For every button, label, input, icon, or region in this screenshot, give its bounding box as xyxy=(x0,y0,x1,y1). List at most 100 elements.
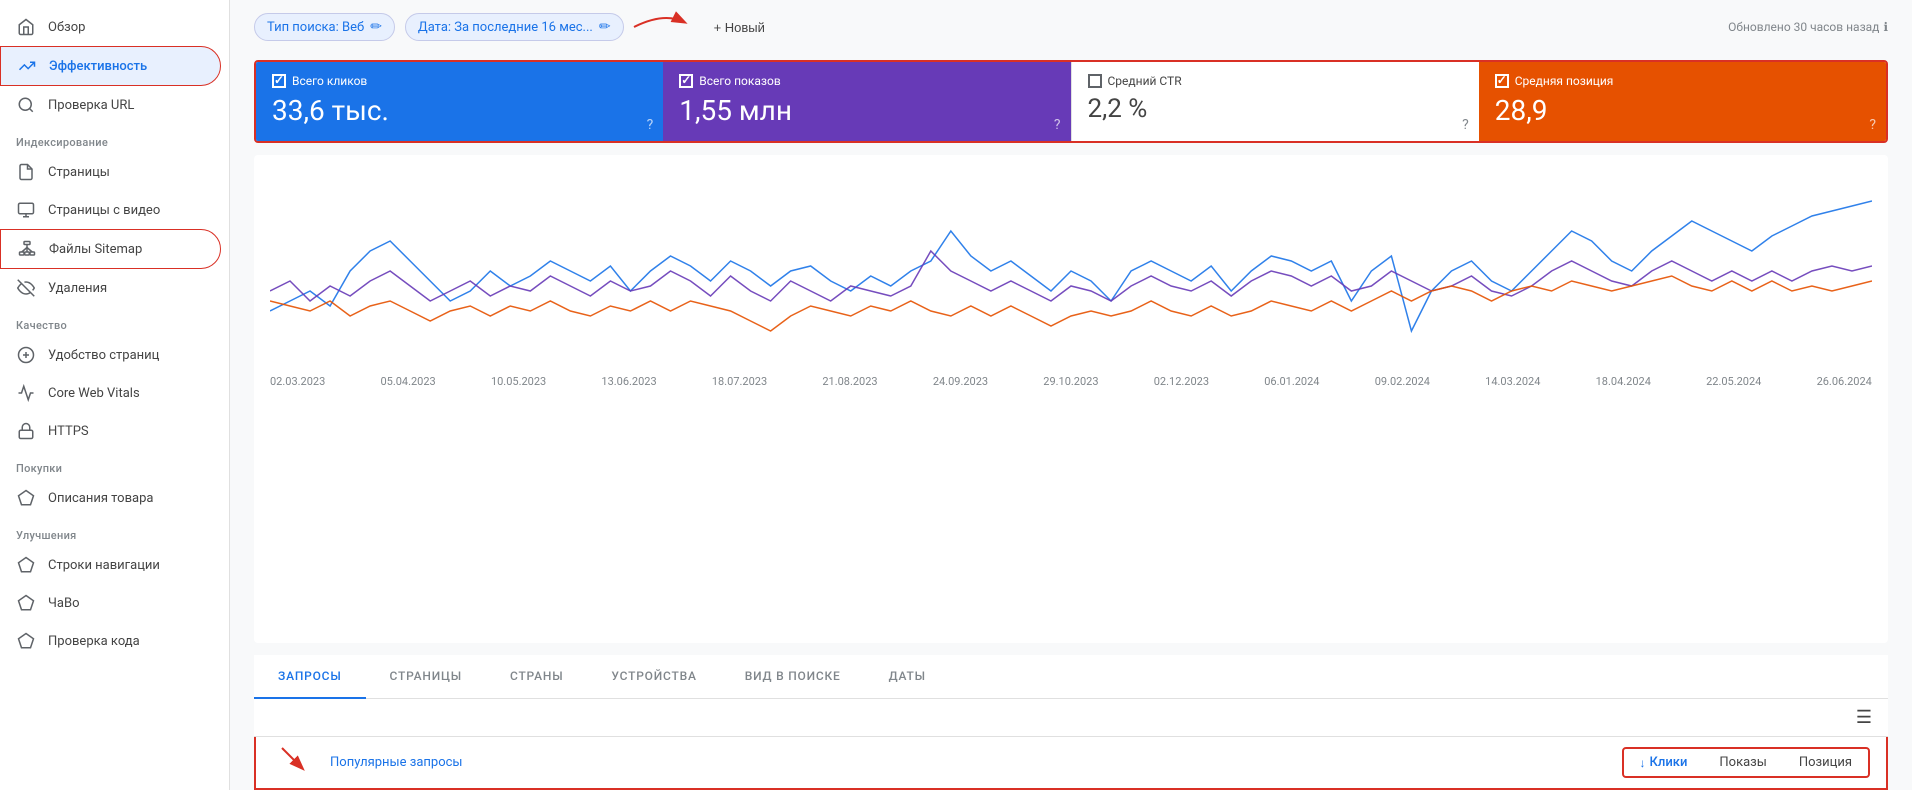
tab-search-type[interactable]: ВИД В ПОИСКЕ xyxy=(721,655,865,699)
metric-impressions-value: 1,55 млн xyxy=(679,94,1054,127)
sidebar-item-label: Описания товара xyxy=(48,491,153,506)
sidebar-item-removals[interactable]: Удаления xyxy=(0,269,221,307)
table-bottom: Популярные запросы ↓ Клики Показы Позици… xyxy=(254,737,1888,790)
date-label-11: 14.03.2024 xyxy=(1485,375,1540,388)
help-icon-clicks[interactable]: ? xyxy=(647,117,654,133)
sidebar-section-quality: Качество xyxy=(0,307,229,336)
popular-queries-link[interactable]: Популярные запросы xyxy=(330,755,463,770)
metric-card-impressions[interactable]: Всего показов 1,55 млн ? xyxy=(663,62,1070,141)
metric-impressions-label: Всего показов xyxy=(699,74,780,88)
sidebar-item-label: Строки навигации xyxy=(48,558,160,573)
search-type-filter[interactable]: Тип поиска: Веб ✏ xyxy=(254,13,395,41)
metric-impressions-header: Всего показов xyxy=(679,74,1054,88)
sidebar-item-label: Удаления xyxy=(48,281,107,296)
help-icon-position[interactable]: ? xyxy=(1869,117,1876,133)
eye-off-icon xyxy=(16,278,36,298)
date-label-13: 22.05.2024 xyxy=(1706,375,1761,388)
metric-position-header: Средняя позиция xyxy=(1495,74,1870,88)
date-label-0: 02.03.2023 xyxy=(270,375,325,388)
performance-chart xyxy=(270,171,1872,371)
tab-pages[interactable]: СТРАНИЦЫ xyxy=(366,655,486,699)
file-icon xyxy=(16,162,36,182)
metric-clicks-checkbox[interactable] xyxy=(272,74,286,88)
date-filter[interactable]: Дата: За последние 16 мес... ✏ xyxy=(405,13,624,41)
sort-col-clicks[interactable]: ↓ Клики xyxy=(1624,749,1704,776)
sidebar-item-overview[interactable]: Обзор xyxy=(0,8,221,46)
metric-ctr-header: Средний CTR xyxy=(1088,74,1463,88)
tab-queries[interactable]: ЗАПРОСЫ xyxy=(254,655,366,699)
sidebar-item-label: Проверка URL xyxy=(48,98,134,113)
tab-dates[interactable]: ДАТЫ xyxy=(865,655,950,699)
sidebar-item-core-web-vitals[interactable]: Core Web Vitals xyxy=(0,374,221,412)
metric-card-clicks[interactable]: Всего кликов 33,6 тыс. ? xyxy=(256,62,663,141)
sidebar-item-https[interactable]: HTTPS xyxy=(0,412,221,450)
metric-ctr-checkbox[interactable] xyxy=(1088,74,1102,88)
date-label: Дата: За последние 16 мес... xyxy=(418,20,593,35)
date-label-4: 18.07.2023 xyxy=(712,375,767,388)
chart-area: 02.03.2023 05.04.2023 10.05.2023 13.06.2… xyxy=(254,155,1888,643)
sidebar-item-label: Проверка кода xyxy=(48,634,140,649)
tab-countries[interactable]: СТРАНЫ xyxy=(486,655,587,699)
metric-clicks-header: Всего кликов xyxy=(272,74,647,88)
annotation-arrow-2 xyxy=(272,748,322,778)
date-label-6: 24.09.2023 xyxy=(933,375,988,388)
sidebar-section-improvements: Улучшения xyxy=(0,517,229,546)
sidebar-item-video-pages[interactable]: Страницы с видео xyxy=(0,191,221,229)
sidebar-item-sitemap[interactable]: Файлы Sitemap xyxy=(0,229,221,269)
metric-ctr-value: 2,2 % xyxy=(1088,94,1463,124)
sort-col-impressions[interactable]: Показы xyxy=(1703,749,1782,776)
sort-col-position[interactable]: Позиция xyxy=(1783,749,1868,776)
sidebar-item-label: Удобство страниц xyxy=(48,348,159,363)
tab-devices[interactable]: УСТРОЙСТВА xyxy=(587,655,720,699)
sidebar-item-code-check[interactable]: Проверка кода xyxy=(0,622,221,660)
sidebar: Обзор Эффективность Проверка URL Индекси… xyxy=(0,0,230,790)
lock-icon xyxy=(16,421,36,441)
sidebar-item-label: Страницы xyxy=(48,165,110,180)
sidebar-item-label: Обзор xyxy=(48,20,85,35)
updated-status: Обновлено 30 часов назад ℹ xyxy=(1728,20,1888,34)
date-label-12: 18.04.2024 xyxy=(1596,375,1651,388)
filter-icon[interactable]: ☰ xyxy=(1856,707,1872,728)
help-icon-impressions[interactable]: ? xyxy=(1054,117,1061,133)
sidebar-item-page-experience[interactable]: Удобство страниц xyxy=(0,336,221,374)
sort-arrow-clicks: ↓ xyxy=(1640,756,1646,770)
edit-icon-2: ✏ xyxy=(599,19,611,35)
topbar-filters: Тип поиска: Веб ✏ Дата: За последние 16 … xyxy=(254,12,775,42)
sidebar-item-label: ЧаВо xyxy=(48,596,79,611)
diamond3-icon xyxy=(16,593,36,613)
help-icon-ctr[interactable]: ? xyxy=(1462,117,1469,133)
metric-card-ctr[interactable]: Средний CTR 2,2 % ? xyxy=(1071,62,1479,141)
sidebar-item-label: Файлы Sitemap xyxy=(49,242,142,257)
chart-container xyxy=(270,171,1872,371)
sidebar-item-label: HTTPS xyxy=(48,424,89,439)
new-button[interactable]: + Новый xyxy=(704,15,775,40)
metrics-row: Всего кликов 33,6 тыс. ? Всего показов 1… xyxy=(254,60,1888,143)
sidebar-item-pages[interactable]: Страницы xyxy=(0,153,221,191)
activity-icon xyxy=(16,383,36,403)
sidebar-item-faq[interactable]: ЧаВо xyxy=(0,584,221,622)
date-label-3: 13.06.2023 xyxy=(601,375,656,388)
sidebar-item-performance[interactable]: Эффективность xyxy=(0,46,221,86)
metric-position-label: Средняя позиция xyxy=(1515,74,1614,88)
sort-columns: ↓ Клики Показы Позиция xyxy=(1622,747,1870,778)
metric-card-position[interactable]: Средняя позиция 28,9 ? xyxy=(1479,62,1886,141)
metric-clicks-value: 33,6 тыс. xyxy=(272,94,647,127)
diamond2-icon xyxy=(16,555,36,575)
sidebar-item-breadcrumbs[interactable]: Строки навигации xyxy=(0,546,221,584)
date-label-9: 06.01.2024 xyxy=(1264,375,1319,388)
date-label-1: 05.04.2023 xyxy=(380,375,435,388)
date-label-2: 10.05.2023 xyxy=(491,375,546,388)
date-label-7: 29.10.2023 xyxy=(1043,375,1098,388)
file-video-icon xyxy=(16,200,36,220)
metric-position-checkbox[interactable] xyxy=(1495,74,1509,88)
table-header: ☰ xyxy=(254,699,1888,737)
sidebar-section-indexing: Индексирование xyxy=(0,124,229,153)
sidebar-item-label: Страницы с видео xyxy=(48,203,160,218)
sidebar-item-label: Core Web Vitals xyxy=(48,386,140,401)
metric-clicks-label: Всего кликов xyxy=(292,74,367,88)
date-label-14: 26.06.2024 xyxy=(1817,375,1872,388)
metric-impressions-checkbox[interactable] xyxy=(679,74,693,88)
sidebar-item-product-descriptions[interactable]: Описания товара xyxy=(0,479,221,517)
sidebar-item-url-check[interactable]: Проверка URL xyxy=(0,86,221,124)
date-label-8: 02.12.2023 xyxy=(1154,375,1209,388)
